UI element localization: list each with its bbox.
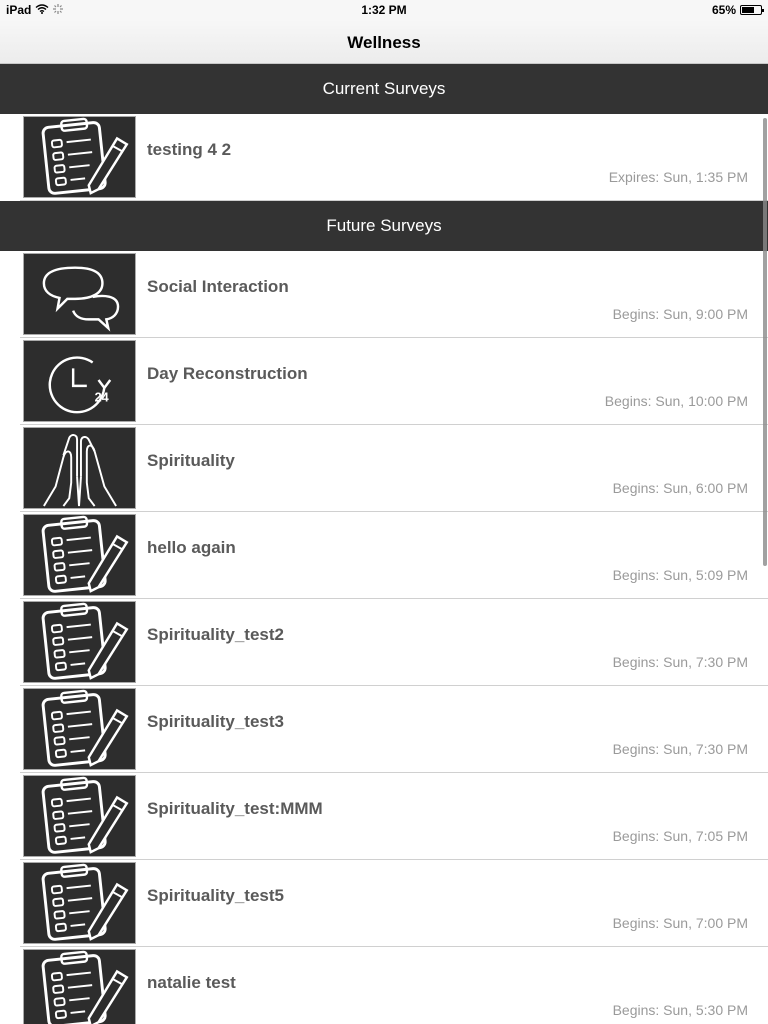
status-time: 1:32 PM — [361, 3, 407, 17]
survey-row[interactable]: Spirituality Begins: Sun, 6:00 PM — [0, 425, 768, 512]
battery-icon — [740, 5, 764, 15]
clipboard-icon — [23, 775, 136, 857]
survey-time: Begins: Sun, 5:09 PM — [612, 567, 748, 583]
survey-time: Expires: Sun, 1:35 PM — [608, 169, 748, 185]
survey-list[interactable]: Current Surveys testing 4 2 Expires: Sun,… — [0, 64, 768, 1024]
survey-row[interactable]: Spirituality_test2 Begins: Sun, 7:30 PM — [0, 599, 768, 686]
survey-row[interactable]: natalie test Begins: Sun, 5:30 PM — [0, 947, 768, 1024]
battery-fill — [742, 7, 754, 13]
survey-row[interactable]: Spirituality_test:MMM Begins: Sun, 7:05 P… — [0, 773, 768, 860]
status-bar: iPad 1:32 PM 65% — [0, 0, 768, 20]
survey-name: Social Interaction — [147, 277, 289, 296]
survey-name: Spirituality — [147, 451, 235, 470]
svg-text:24: 24 — [95, 390, 109, 404]
survey-time: Begins: Sun, 7:30 PM — [612, 654, 748, 670]
survey-row[interactable]: testing 4 2 Expires: Sun, 1:35 PM — [0, 114, 768, 201]
clipboard-icon — [23, 116, 136, 198]
praying-hands-icon — [23, 427, 136, 509]
survey-name: Spirituality_test3 — [147, 712, 284, 731]
battery-percent: 65% — [711, 3, 736, 17]
survey-name: Spirituality_test:MMM — [147, 799, 323, 818]
clipboard-icon — [23, 688, 136, 770]
survey-time: Begins: Sun, 7:30 PM — [612, 741, 748, 757]
survey-row[interactable]: 24 Day Reconstruction Begins: Sun, 10:00 P… — [0, 338, 768, 425]
survey-time: Begins: Sun, 5:30 PM — [612, 1002, 748, 1018]
survey-time: Begins: Sun, 7:05 PM — [612, 828, 748, 844]
clock-24-icon: 24 — [23, 340, 136, 422]
survey-time: Begins: Sun, 6:00 PM — [612, 480, 748, 496]
survey-row[interactable]: Social Interaction Begins: Sun, 9:00 PM — [0, 251, 768, 338]
survey-name: natalie test — [147, 973, 236, 992]
survey-name: testing 4 2 — [147, 140, 232, 159]
status-right: 65% — [711, 3, 764, 17]
future-surveys-list: Social Interaction Begins: Sun, 9:00 PM 24… — [0, 251, 768, 1024]
clipboard-icon — [23, 601, 136, 683]
clipboard-icon — [23, 514, 136, 596]
survey-name: Spirituality_test2 — [147, 625, 284, 644]
section-header-current: Current Surveys — [0, 64, 768, 114]
survey-row[interactable]: hello again Begins: Sun, 5:09 PM — [0, 512, 768, 599]
page-title: Wellness — [347, 33, 421, 52]
clipboard-icon — [23, 862, 136, 944]
survey-name: hello again — [147, 538, 236, 557]
survey-row[interactable]: Spirituality_test5 Begins: Sun, 7:00 PM — [0, 860, 768, 947]
survey-row[interactable]: Spirituality_test3 Begins: Sun, 7:30 PM — [0, 686, 768, 773]
clipboard-icon — [23, 949, 136, 1024]
scrollbar[interactable] — [763, 118, 767, 566]
current-surveys-list: testing 4 2 Expires: Sun, 1:35 PM — [0, 114, 768, 201]
survey-time: Begins: Sun, 9:00 PM — [612, 306, 748, 322]
survey-name: Day Reconstruction — [147, 364, 308, 383]
navigation-bar: Wellness — [0, 20, 768, 64]
section-header-future: Future Surveys — [0, 201, 768, 251]
survey-time: Begins: Sun, 7:00 PM — [612, 915, 748, 931]
row-separator — [20, 200, 768, 201]
survey-time: Begins: Sun, 10:00 PM — [604, 393, 748, 409]
speech-bubbles-icon — [23, 253, 136, 335]
survey-name: Spirituality_test5 — [147, 886, 284, 905]
